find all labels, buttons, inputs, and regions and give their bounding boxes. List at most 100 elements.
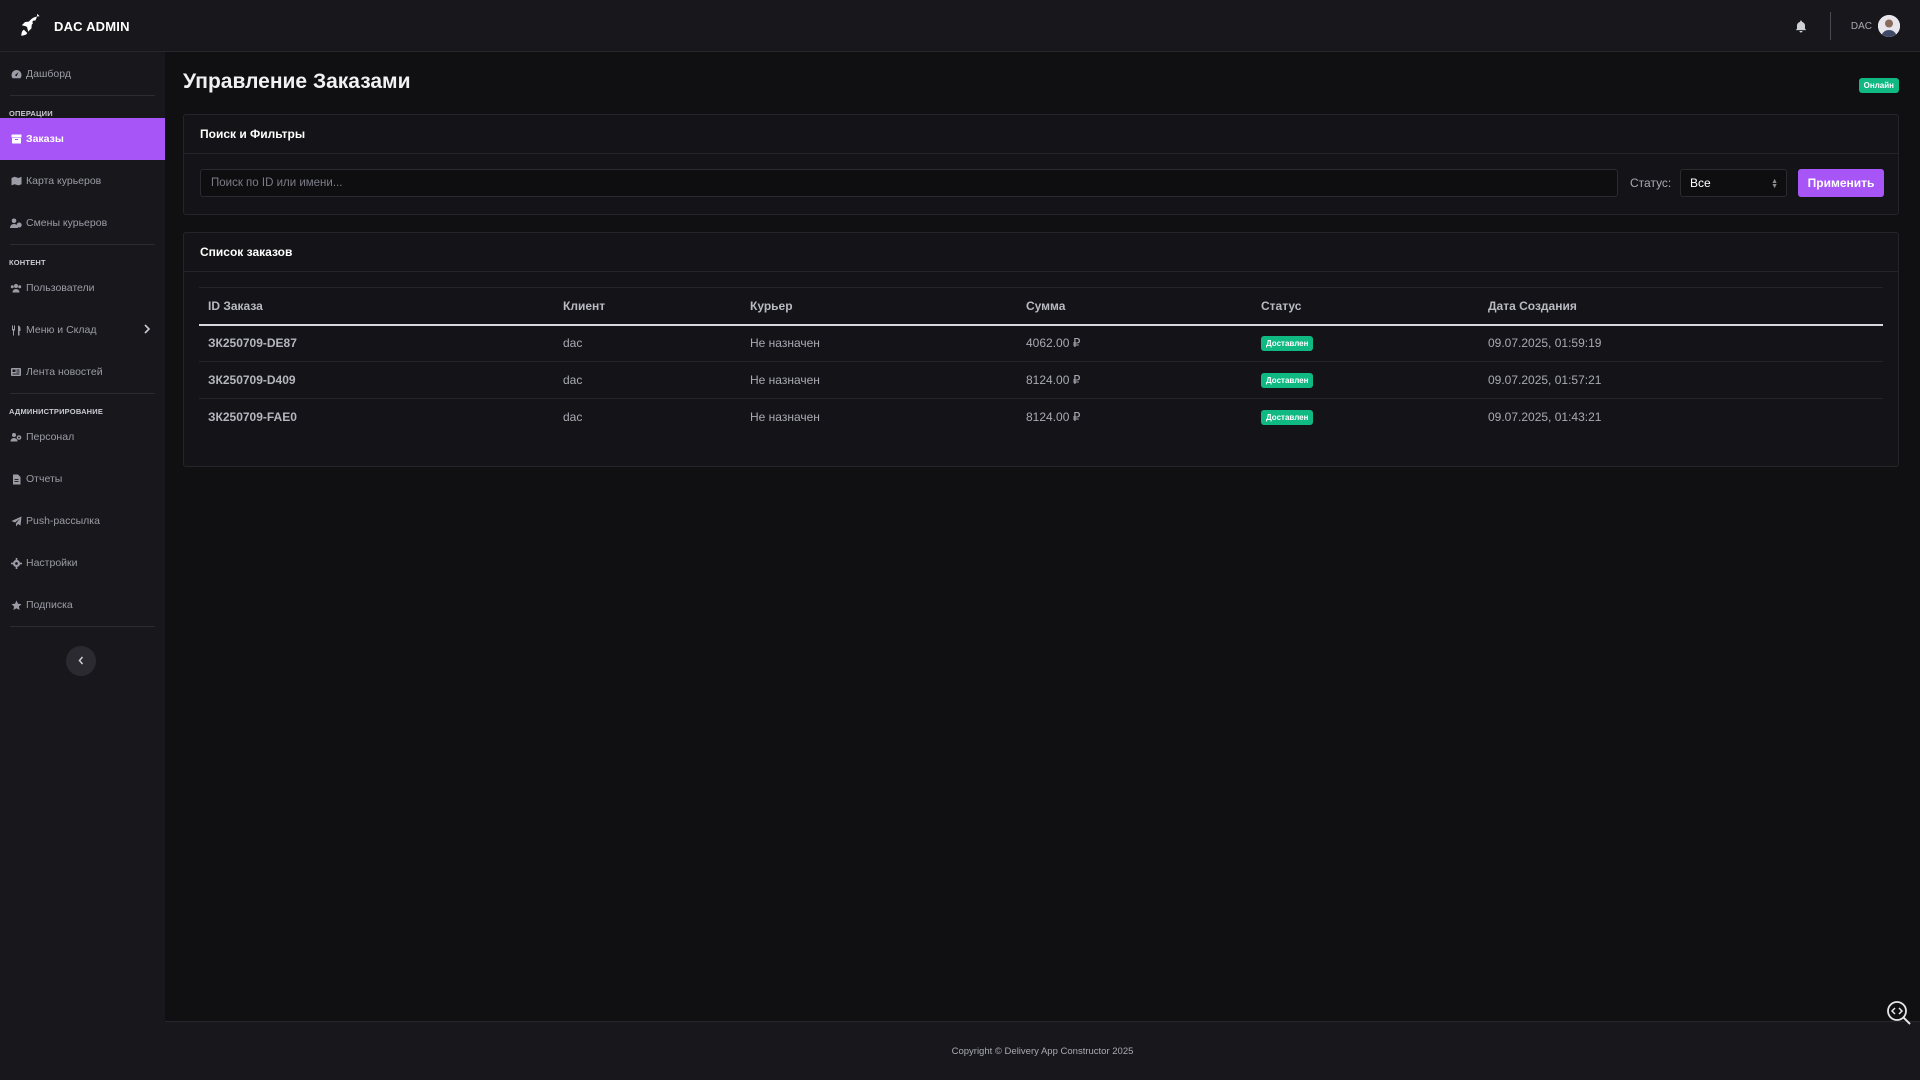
order-date: 09.07.2025, 01:59:19: [1479, 324, 1883, 362]
table-row[interactable]: ЗК250709-FAE0 dac Не назначен 8124.00 ₽ …: [199, 399, 1883, 436]
sidebar-item-label: Подписка: [26, 599, 73, 611]
rocket-icon: [21, 13, 40, 36]
order-client: dac: [554, 361, 741, 399]
footer: Copyright © Delivery App Constructor 202…: [165, 1022, 1920, 1080]
order-amount: 8124.00 ₽: [1017, 361, 1252, 399]
newspaper-icon: [10, 366, 22, 378]
column-header-amount[interactable]: Сумма: [1017, 287, 1252, 326]
paper-plane-icon: [10, 515, 22, 527]
status-badge: Доставлен: [1261, 410, 1314, 426]
code-zoom-icon[interactable]: [1886, 1000, 1912, 1026]
sidebar-item-label: Смены курьеров: [26, 217, 108, 229]
sidebar-item-courier-map[interactable]: Карта курьеров: [0, 160, 165, 202]
sidebar-item-label: Лента новостей: [26, 366, 103, 378]
sidebar-item-users[interactable]: Пользователи: [0, 267, 165, 309]
order-client: dac: [554, 324, 741, 362]
order-status-cell: Доставлен: [1252, 399, 1479, 436]
select-arrows-icon: ▲ ▼: [1771, 178, 1778, 190]
sidebar-item-orders[interactable]: Заказы: [0, 118, 165, 160]
column-header-date[interactable]: Дата Создания: [1479, 287, 1883, 326]
star-icon: [10, 599, 22, 611]
filters-body: Статус: Все ▲▼ Применить: [184, 154, 1898, 214]
status-badge: Доставлен: [1261, 336, 1314, 352]
table-row[interactable]: ЗК250709-DE87 dac Не назначен 4062.00 ₽ …: [199, 324, 1883, 362]
sidebar-section-content: КОНТЕНТ: [9, 258, 46, 267]
sidebar-item-dashboard[interactable]: Дашборд: [0, 53, 165, 95]
status-select-value: Все: [1690, 176, 1711, 190]
filters-card: Поиск и Фильтры Статус: Все ▲▼ Применить: [183, 114, 1899, 215]
orders-table-wrap: ID Заказа Клиент Курьер Сумма Статус Дат…: [184, 272, 1898, 466]
order-courier: Не назначен: [741, 324, 1017, 362]
users-icon: [10, 282, 22, 294]
user-name[interactable]: DAC: [1851, 21, 1872, 32]
brand-name: DAC ADMIN: [54, 18, 130, 34]
column-header-status[interactable]: Статус: [1252, 287, 1479, 326]
avatar[interactable]: [1878, 15, 1900, 37]
order-id[interactable]: ЗК250709-FAE0: [199, 399, 554, 436]
sidebar-item-label: Настройки: [26, 557, 78, 569]
column-header-client[interactable]: Клиент: [554, 287, 741, 326]
sidebar-item-reports[interactable]: Отчеты: [0, 458, 165, 500]
order-date: 09.07.2025, 01:57:21: [1479, 361, 1883, 399]
sidebar-item-label: Дашборд: [26, 68, 71, 80]
brand[interactable]: DAC ADMIN: [18, 12, 130, 40]
sidebar-collapse-button[interactable]: [66, 646, 96, 676]
tachometer-icon: [10, 68, 22, 80]
table-header-row: ID Заказа Клиент Курьер Сумма Статус Дат…: [199, 287, 1883, 326]
file-icon: [10, 473, 22, 485]
sidebar-item-label: Отчеты: [26, 473, 63, 485]
order-client: dac: [563, 410, 583, 425]
table-row[interactable]: ЗК250709-D409 dac Не назначен 8124.00 ₽ …: [199, 361, 1883, 399]
sidebar-item-label: Меню и Склад: [26, 324, 97, 336]
chevron-left-icon: [78, 654, 84, 668]
order-id[interactable]: ЗК250709-D409: [199, 361, 554, 399]
user-clock-icon: [10, 217, 22, 229]
sidebar-item-label: Пользователи: [26, 282, 95, 294]
page-title: Управление Заказами: [183, 70, 411, 93]
copyright-text: Copyright © Delivery App Constructor 202…: [951, 1045, 1134, 1057]
orders-table: ID Заказа Клиент Курьер Сумма Статус Дат…: [199, 287, 1883, 436]
sidebar-item-menu-warehouse[interactable]: Меню и Склад: [0, 309, 165, 351]
sidebar-item-label: Push-рассылка: [26, 515, 100, 527]
box-icon: [10, 133, 22, 145]
status-badge: Доставлен: [1261, 373, 1314, 388]
orders-card-header: Список заказов: [184, 233, 1898, 272]
sidebar-item-news-feed[interactable]: Лента новостей: [0, 351, 165, 393]
order-amount: 4062.00 ₽: [1017, 324, 1252, 362]
sidebar: Дашборд ОПЕРАЦИИ Заказы Карта курьеров С…: [0, 52, 165, 1080]
status-filter-label: Статус:: [1630, 176, 1672, 190]
sidebar-divider: [10, 626, 155, 627]
sidebar-section-administration: АДМИНИСТРИРОВАНИЕ: [9, 407, 104, 416]
apply-button[interactable]: Применить: [1798, 169, 1884, 197]
sidebar-item-label: Заказы: [26, 133, 64, 145]
order-date: 09.07.2025, 01:43:21: [1488, 410, 1602, 425]
utensils-icon: [10, 324, 22, 336]
column-header-id[interactable]: ID Заказа: [199, 287, 554, 326]
sidebar-item-subscription[interactable]: Подписка: [0, 584, 165, 626]
chevron-right-icon: [144, 324, 151, 337]
top-navbar: DAC ADMIN DAC: [0, 0, 1920, 52]
status-select[interactable]: Все ▲ ▼: [1680, 169, 1787, 197]
bell-icon[interactable]: [1788, 13, 1814, 39]
sidebar-section-operations: ОПЕРАЦИИ: [9, 109, 53, 118]
order-id[interactable]: ЗК250709-DE87: [199, 324, 554, 362]
column-header-courier[interactable]: Курьер: [741, 287, 1017, 326]
sidebar-item-push[interactable]: Push-рассылка: [0, 500, 165, 542]
sidebar-item-staff[interactable]: Персонал: [0, 416, 165, 458]
users-cog-icon: [10, 431, 22, 443]
gear-icon: [10, 557, 22, 569]
sidebar-item-label: Карта курьеров: [26, 175, 102, 187]
status-badge: Онлайн: [1858, 78, 1899, 93]
map-icon: [10, 175, 22, 187]
order-courier: Не назначен: [750, 410, 820, 425]
order-amount: 8124.00 ₽: [1026, 410, 1081, 425]
sidebar-item-label: Персонал: [26, 431, 75, 443]
order-status-cell: Доставлен: [1252, 324, 1479, 362]
sidebar-item-courier-shifts[interactable]: Смены курьеров: [0, 202, 165, 244]
orders-card: Список заказов ID Заказа Клиент Курьер С…: [183, 232, 1899, 467]
order-courier: Не назначен: [741, 361, 1017, 399]
search-input[interactable]: [200, 169, 1618, 197]
sidebar-item-settings[interactable]: Настройки: [0, 542, 165, 584]
filters-card-header: Поиск и Фильтры: [184, 115, 1898, 154]
order-status-cell: Доставлен: [1252, 361, 1479, 399]
